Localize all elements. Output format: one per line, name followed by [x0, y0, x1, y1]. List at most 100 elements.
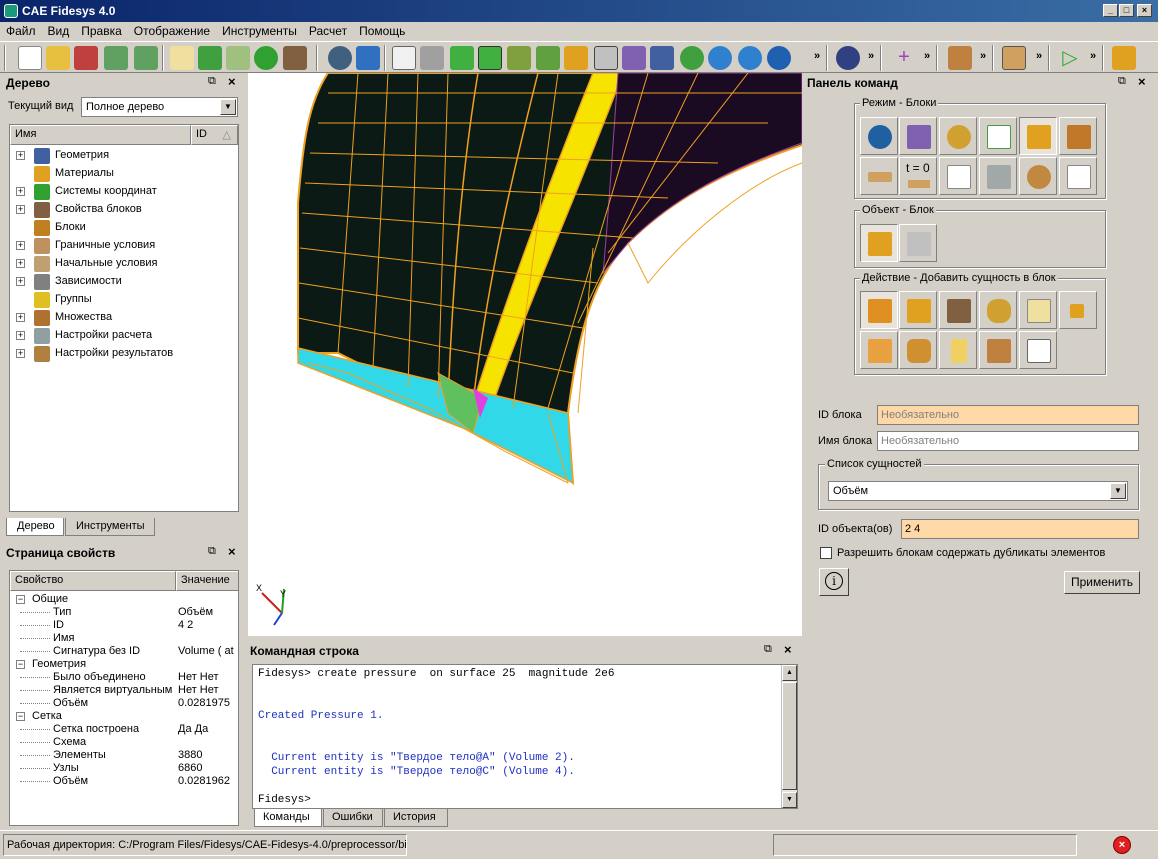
- mode-mesh-button[interactable]: [899, 117, 937, 155]
- current-view-select[interactable]: Полное дерево ▼: [81, 97, 238, 117]
- gears-icon[interactable]: [836, 46, 860, 70]
- object-block-settings-button[interactable]: [899, 224, 937, 262]
- action-hammer-button[interactable]: [939, 291, 977, 329]
- menu-file[interactable]: Файл: [0, 22, 42, 40]
- expand-icon[interactable]: +: [16, 241, 25, 250]
- menu-display[interactable]: Отображение: [128, 22, 216, 40]
- open-folder-icon[interactable]: [46, 46, 70, 70]
- collapse-icon[interactable]: −: [16, 660, 25, 669]
- object-block-button[interactable]: [860, 224, 898, 262]
- windows-icon[interactable]: [650, 46, 674, 70]
- zoom-out-icon[interactable]: [738, 46, 762, 70]
- action-list-block-button[interactable]: [1059, 291, 1097, 329]
- minimize-button[interactable]: _: [1103, 4, 1118, 17]
- tree-item[interactable]: Материалы: [10, 165, 238, 183]
- tree-item[interactable]: Группы: [10, 291, 238, 309]
- chevron-down-icon[interactable]: ▼: [220, 99, 236, 115]
- expand-icon[interactable]: +: [16, 277, 25, 286]
- toolbar-overflow[interactable]: »: [1036, 50, 1042, 62]
- zoom-fit-icon[interactable]: [767, 46, 791, 70]
- tree-item[interactable]: + Настройки расчета: [10, 327, 238, 345]
- expand-icon[interactable]: +: [16, 331, 25, 340]
- info-button[interactable]: i: [819, 568, 849, 596]
- mode-dependencies-button[interactable]: [939, 157, 977, 195]
- mesh-cube-icon[interactable]: [536, 46, 560, 70]
- allow-duplicates-checkbox[interactable]: [820, 547, 832, 559]
- green-cube-selected-icon[interactable]: [478, 46, 502, 70]
- tree-item[interactable]: + Геометрия: [10, 147, 238, 165]
- mode-geometry-button[interactable]: [860, 117, 898, 155]
- tree-item[interactable]: + Свойства блоков: [10, 201, 238, 219]
- property-row[interactable]: − Общие: [10, 593, 238, 606]
- collapse-icon[interactable]: −: [16, 595, 25, 604]
- expand-icon[interactable]: +: [16, 259, 25, 268]
- props-col-value[interactable]: Значение: [176, 571, 238, 591]
- shapes-icon[interactable]: [507, 46, 531, 70]
- cmd-scrollbar[interactable]: ▲ ▼: [781, 665, 797, 808]
- mode-blocks-button[interactable]: [1019, 117, 1057, 155]
- tab-tree[interactable]: Дерево: [6, 518, 64, 536]
- apply-button[interactable]: Применить: [1064, 571, 1140, 594]
- toolbar-overflow[interactable]: »: [924, 50, 930, 62]
- export-icon[interactable]: [134, 46, 158, 70]
- block-id-input[interactable]: Необязательно: [877, 405, 1139, 425]
- gray-cube-icon[interactable]: [420, 46, 444, 70]
- command-panel-float-button[interactable]: ⧉: [1118, 75, 1126, 88]
- action-paint-button[interactable]: [979, 291, 1017, 329]
- command-panel-close-button[interactable]: ×: [1138, 74, 1146, 89]
- menu-tools[interactable]: Инструменты: [216, 22, 303, 40]
- mode-calc-button[interactable]: [979, 157, 1017, 195]
- action-renumber-button[interactable]: [1019, 291, 1057, 329]
- toolbar-overflow[interactable]: »: [814, 50, 820, 62]
- tree-item[interactable]: Блоки: [10, 219, 238, 237]
- props-panel-close-button[interactable]: ×: [228, 544, 236, 559]
- block-name-input[interactable]: Необязательно: [877, 431, 1139, 451]
- tree-item[interactable]: + Зависимости: [10, 273, 238, 291]
- toolbar-overflow[interactable]: »: [1090, 50, 1096, 62]
- tree-col-id[interactable]: ID △: [191, 125, 238, 145]
- expand-icon[interactable]: +: [16, 205, 25, 214]
- tab-tools[interactable]: Инструменты: [65, 518, 155, 536]
- action-list-button[interactable]: [1019, 331, 1057, 369]
- tree-item[interactable]: + Начальные условия: [10, 255, 238, 273]
- mode-coords-button[interactable]: [979, 117, 1017, 155]
- tree-item[interactable]: + Граничные условия: [10, 237, 238, 255]
- save-icon[interactable]: [104, 46, 128, 70]
- property-row[interactable]: ID 4 2: [10, 619, 238, 632]
- grid-icon[interactable]: [594, 46, 618, 70]
- action-add-entity-button[interactable]: [860, 291, 898, 329]
- property-row[interactable]: Сигнатура без ID Volume ( at: [10, 645, 238, 658]
- property-row[interactable]: Было объединено Нет Нет: [10, 671, 238, 684]
- nodes-icon[interactable]: [564, 46, 588, 70]
- purple-cube-icon[interactable]: [622, 46, 646, 70]
- scroll-thumb[interactable]: [782, 682, 797, 790]
- menu-edit[interactable]: Правка: [75, 22, 128, 40]
- 3d-viewport[interactable]: X Y: [248, 73, 802, 636]
- mode-search-button[interactable]: [1059, 157, 1097, 195]
- wireframe-cube-icon[interactable]: [392, 46, 416, 70]
- action-palette-button[interactable]: [939, 331, 977, 369]
- object-ids-input[interactable]: 2 4: [901, 519, 1139, 539]
- tab-history[interactable]: История: [384, 809, 448, 827]
- menu-calc[interactable]: Расчет: [303, 22, 353, 40]
- mode-bc-button[interactable]: [860, 157, 898, 195]
- property-row[interactable]: Схема: [10, 736, 238, 749]
- expand-icon[interactable]: +: [16, 313, 25, 322]
- tree-col-name[interactable]: Имя: [10, 125, 191, 145]
- tree-item[interactable]: + Системы координат: [10, 183, 238, 201]
- property-row[interactable]: Тип Объём: [10, 606, 238, 619]
- property-row[interactable]: Имя: [10, 632, 238, 645]
- green-cube-icon[interactable]: [450, 46, 474, 70]
- props-col-property[interactable]: Свойство: [10, 571, 176, 591]
- expand-icon[interactable]: +: [16, 151, 25, 160]
- property-row[interactable]: Объём 0.0281975: [10, 697, 238, 710]
- tab-commands[interactable]: Команды: [254, 809, 322, 827]
- refresh-icon[interactable]: [680, 46, 704, 70]
- collapse-icon[interactable]: −: [16, 712, 25, 721]
- property-row[interactable]: − Геометрия: [10, 658, 238, 671]
- menu-view[interactable]: Вид: [42, 22, 76, 40]
- chevron-down-icon[interactable]: ▼: [1110, 483, 1126, 499]
- action-nodes-button[interactable]: [899, 291, 937, 329]
- property-row[interactable]: Объём 0.0281962: [10, 775, 238, 788]
- script-icon[interactable]: [170, 46, 194, 70]
